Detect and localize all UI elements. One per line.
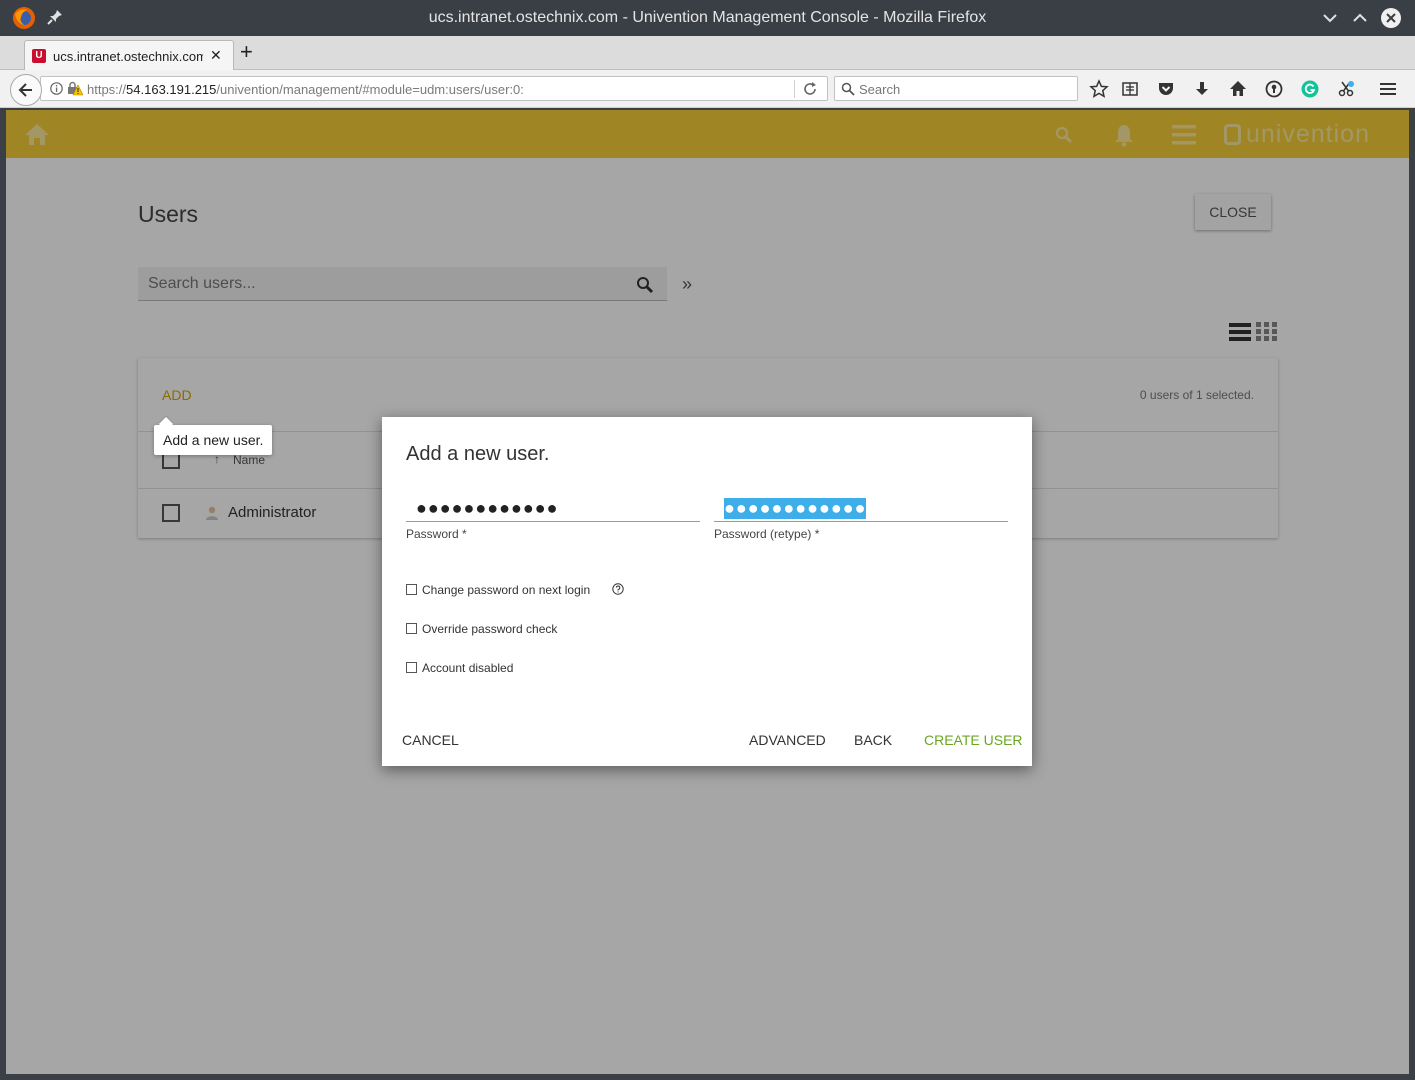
minimize-icon[interactable]: [1320, 8, 1340, 28]
override-password-check-option[interactable]: Override password check: [406, 622, 557, 636]
back-arrow-icon: [18, 83, 32, 97]
home-icon[interactable]: [1228, 79, 1248, 99]
password-retype-field[interactable]: ●●●●●●●●●●●●: [714, 495, 1008, 522]
account-disabled-checkbox[interactable]: [406, 662, 417, 673]
url-path: /univention/management/#module=udm:users…: [216, 82, 524, 97]
screenshot-extension-icon[interactable]: [1336, 79, 1356, 99]
override-password-checkbox[interactable]: [406, 623, 417, 634]
password-retype-label: Password (retype) *: [714, 527, 820, 541]
url-text: https://54.163.191.215/univention/manage…: [87, 82, 524, 97]
change-password-checkbox[interactable]: [406, 584, 417, 595]
account-disabled-label: Account disabled: [422, 661, 514, 675]
dialog-title: Add a new user.: [406, 443, 550, 465]
create-user-button[interactable]: CREATE USER: [924, 732, 1023, 748]
univention-favicon-icon: U: [32, 49, 46, 63]
bookmark-star-icon[interactable]: [1089, 79, 1109, 99]
key-extension-icon[interactable]: [1264, 79, 1284, 99]
help-icon[interactable]: [612, 583, 624, 595]
web-page: univention Users CLOSE » ADD 0 users of …: [6, 110, 1409, 1074]
grammarly-icon[interactable]: [1300, 79, 1320, 99]
reload-icon[interactable]: [801, 80, 819, 98]
search-bar[interactable]: [834, 76, 1078, 101]
search-input[interactable]: [859, 80, 1059, 98]
back-button-dialog[interactable]: BACK: [854, 732, 892, 748]
maximize-icon[interactable]: [1350, 8, 1370, 28]
advanced-button[interactable]: ADVANCED: [749, 732, 826, 748]
url-bar[interactable]: https://54.163.191.215/univention/manage…: [40, 76, 828, 101]
browser-tab[interactable]: U ucs.intranet.ostechnix.com ✕: [24, 40, 234, 71]
url-host: 54.163.191.215: [126, 82, 217, 97]
add-user-dialog: Add a new user. ●●●●●●●●●●●● Password * …: [382, 417, 1032, 766]
url-scheme: https://: [87, 82, 127, 97]
password-label: Password *: [406, 527, 467, 541]
password-value: ●●●●●●●●●●●●: [416, 498, 559, 518]
new-tab-button[interactable]: +: [240, 41, 253, 63]
account-disabled-option[interactable]: Account disabled: [406, 661, 513, 675]
change-password-option[interactable]: Change password on next login: [406, 583, 590, 597]
window-close-icon[interactable]: [1380, 7, 1402, 29]
insecure-lock-warning-icon[interactable]: [67, 81, 83, 96]
pocket-icon[interactable]: [1156, 79, 1176, 99]
add-user-tooltip: Add a new user.: [154, 425, 273, 455]
back-button[interactable]: [10, 74, 42, 106]
search-icon: [841, 82, 855, 96]
reading-list-icon[interactable]: [1120, 79, 1140, 99]
info-icon[interactable]: [50, 82, 63, 95]
hamburger-menu-icon[interactable]: [1378, 79, 1398, 99]
download-icon[interactable]: [1192, 79, 1212, 99]
window-titlebar: ucs.intranet.ostechnix.com - Univention …: [0, 0, 1415, 36]
cancel-button[interactable]: CANCEL: [402, 732, 459, 748]
tab-close-icon[interactable]: ✕: [210, 47, 222, 64]
tab-strip: U ucs.intranet.ostechnix.com ✕ +: [0, 36, 1415, 71]
change-password-label: Change password on next login: [422, 583, 591, 597]
navigation-toolbar: https://54.163.191.215/univention/manage…: [0, 70, 1415, 108]
password-retype-value: ●●●●●●●●●●●●: [724, 498, 867, 519]
window-title: ucs.intranet.ostechnix.com - Univention …: [428, 9, 987, 26]
override-password-label: Override password check: [422, 622, 558, 636]
password-field[interactable]: ●●●●●●●●●●●●: [406, 495, 700, 522]
tab-title: ucs.intranet.ostechnix.com: [53, 49, 203, 64]
url-separator: [794, 80, 795, 98]
